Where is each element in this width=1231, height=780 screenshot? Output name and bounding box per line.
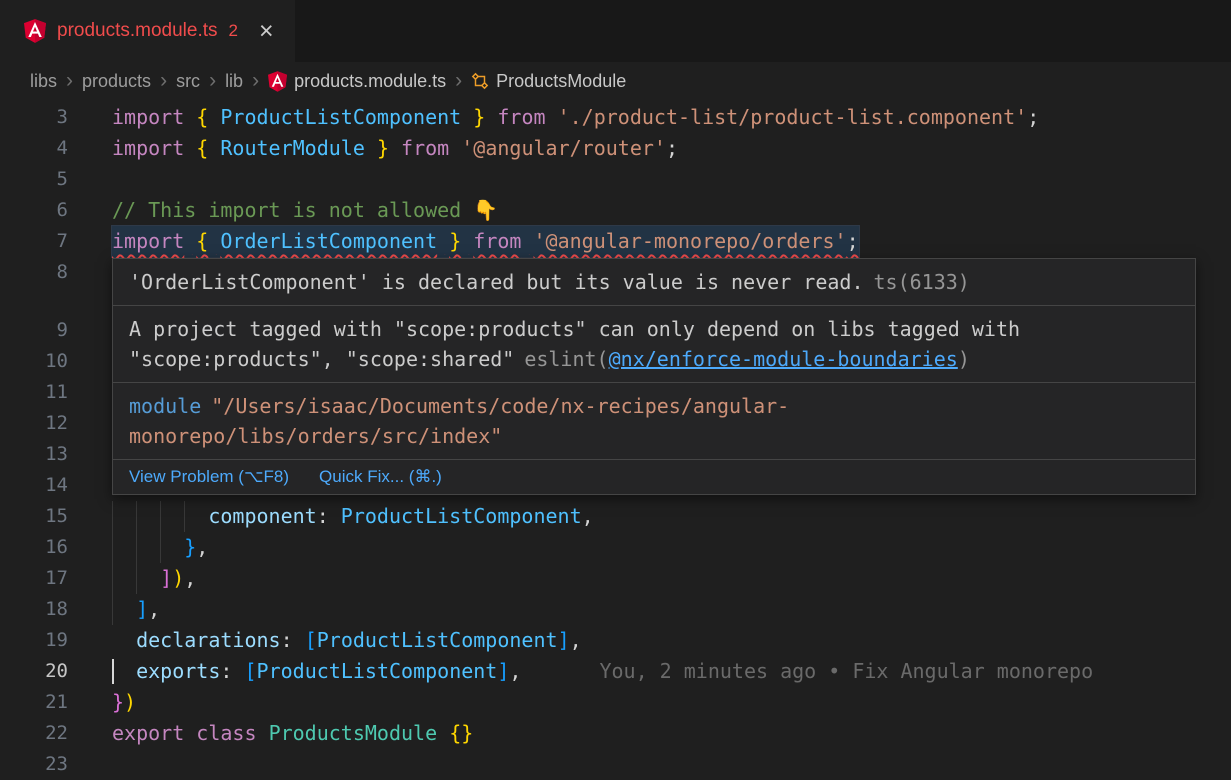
breadcrumb-label: libs bbox=[30, 71, 57, 92]
breadcrumb-item-src[interactable]: src bbox=[176, 71, 200, 92]
line-number[interactable]: 16 bbox=[0, 532, 68, 563]
editor: 3 import { ProductListComponent } from '.… bbox=[0, 100, 1231, 780]
vscode-window: products.module.ts 2 × libs › products › src… bbox=[0, 0, 1231, 780]
error-highlighted-statement[interactable]: import { OrderListComponent } from '@ang… bbox=[112, 226, 859, 257]
line-number[interactable]: 10 bbox=[0, 346, 68, 377]
line-number[interactable]: 12 bbox=[0, 408, 68, 439]
code-line-21: 21}) bbox=[0, 687, 1231, 718]
eslint-source-close: ) bbox=[958, 347, 970, 371]
code-text[interactable]: exports: [ProductListComponent],You, 2 m… bbox=[112, 656, 1093, 687]
code-text[interactable]: ]), bbox=[112, 563, 196, 594]
breadcrumb-item-products[interactable]: products bbox=[82, 71, 151, 92]
breadcrumb-separator: › bbox=[209, 70, 216, 91]
breadcrumb-item-products-module-ts[interactable]: products.module.ts bbox=[268, 71, 446, 92]
code-line-23: 23 bbox=[0, 749, 1231, 780]
breadcrumb-item-libs[interactable]: libs bbox=[30, 71, 57, 92]
module-declaration-line1: module "/Users/isaac/Documents/code/nx-re… bbox=[129, 391, 1179, 421]
line-number[interactable]: 13 bbox=[0, 439, 68, 470]
git-blame-annotation: You, 2 minutes ago • Fix Angular monorep… bbox=[599, 659, 1093, 683]
code-line-4: 4 import { RouterModule } from '@angular/… bbox=[0, 133, 1231, 164]
quick-fix-action[interactable]: Quick Fix... (⌘.) bbox=[319, 467, 442, 487]
code-line-16: 16 }, bbox=[0, 532, 1231, 563]
code-line-18: 18 ], bbox=[0, 594, 1231, 625]
code-line-22: 22 export class ProductsModule {} bbox=[0, 718, 1231, 749]
code-line-3: 3 import { ProductListComponent } from '.… bbox=[0, 102, 1231, 133]
line-number[interactable]: 4 bbox=[0, 133, 68, 164]
eslint-source-open: eslint( bbox=[524, 347, 608, 371]
eslint-message-line2: "scope:products", "scope:shared" eslint(@… bbox=[129, 344, 1179, 374]
breadcrumb-separator: › bbox=[252, 70, 259, 91]
code-line-5: 5 bbox=[0, 164, 1231, 195]
code-text[interactable]: ], bbox=[112, 594, 160, 625]
diagnostic-eslint: A project tagged with "scope:products" c… bbox=[113, 306, 1195, 383]
hover-popup: 'OrderListComponent' is declared but its… bbox=[112, 258, 1196, 495]
breadcrumb-label: products bbox=[82, 71, 151, 92]
module-path-line2: monorepo/libs/orders/src/index" bbox=[129, 424, 502, 448]
view-problem-action[interactable]: View Problem (⌥F8) bbox=[129, 467, 289, 487]
line-number[interactable]: 6 bbox=[0, 195, 68, 226]
module-declaration-line2: monorepo/libs/orders/src/index" bbox=[129, 421, 1179, 451]
code-line-19: 19 declarations: [ProductListComponent], bbox=[0, 625, 1231, 656]
module-path-line1: "/Users/isaac/Documents/code/nx-recipes/… bbox=[211, 394, 789, 418]
line-number[interactable]: 5 bbox=[0, 164, 68, 195]
line-number[interactable]: 20 bbox=[0, 656, 68, 687]
breadcrumb-label: lib bbox=[225, 71, 243, 92]
breadcrumb-label: ProductsModule bbox=[496, 71, 626, 92]
line-number[interactable]: 18 bbox=[0, 594, 68, 625]
line-number[interactable]: 8 bbox=[0, 257, 68, 288]
tab-products-module-ts[interactable]: products.module.ts 2 × bbox=[0, 0, 295, 62]
code-text[interactable]: component: ProductListComponent, bbox=[112, 501, 594, 532]
code-text[interactable]: }, bbox=[112, 532, 208, 563]
code-line-17: 17 ]), bbox=[0, 563, 1231, 594]
ts-diagnostic-message: 'OrderListComponent' is declared but its… bbox=[129, 270, 864, 294]
line-number[interactable]: 9 bbox=[0, 315, 68, 346]
tab-problems-count: 2 bbox=[229, 21, 238, 41]
line-number[interactable]: 7 bbox=[0, 226, 68, 257]
eslint-message-line1: A project tagged with "scope:products" c… bbox=[129, 314, 1179, 344]
code-text[interactable]: // This import is not allowed 👇 bbox=[112, 195, 498, 226]
line-number[interactable]: 21 bbox=[0, 687, 68, 718]
eslint-rule-link[interactable]: @nx/enforce-module-boundaries bbox=[609, 347, 958, 371]
class-icon bbox=[471, 72, 489, 90]
code-line-7: 7 import { OrderListComponent } from '@an… bbox=[0, 226, 1231, 257]
breadcrumb-item-lib[interactable]: lib bbox=[225, 71, 243, 92]
line-number[interactable]: 19 bbox=[0, 625, 68, 656]
code-text[interactable]: export class ProductsModule {} bbox=[112, 718, 473, 749]
code-text[interactable]: import { ProductListComponent } from './… bbox=[112, 102, 1039, 133]
line-number[interactable]: 3 bbox=[0, 102, 68, 133]
breadcrumb: libs › products › src › lib › products.module.ts… bbox=[0, 62, 1231, 100]
breadcrumb-item-productsmodule[interactable]: ProductsModule bbox=[471, 71, 626, 92]
breadcrumb-separator: › bbox=[455, 70, 462, 91]
code-line-20: 20 exports: [ProductListComponent],You, … bbox=[0, 656, 1231, 687]
hover-status-bar: View Problem (⌥F8) Quick Fix... (⌘.) bbox=[113, 460, 1195, 494]
tab-title: products.module.ts bbox=[57, 20, 218, 42]
text-cursor bbox=[112, 659, 114, 684]
line-number[interactable]: 23 bbox=[0, 749, 68, 780]
line-number[interactable]: 17 bbox=[0, 563, 68, 594]
code-text[interactable]: import { RouterModule } from '@angular/r… bbox=[112, 133, 678, 164]
module-keyword: module bbox=[129, 394, 201, 418]
module-declaration: module "/Users/isaac/Documents/code/nx-re… bbox=[113, 383, 1195, 460]
breadcrumb-label: src bbox=[176, 71, 200, 92]
code-text[interactable]: }) bbox=[112, 687, 136, 718]
angular-icon bbox=[24, 19, 46, 43]
breadcrumb-separator: › bbox=[66, 70, 73, 91]
close-icon[interactable]: × bbox=[256, 19, 277, 44]
line-number[interactable]: 22 bbox=[0, 718, 68, 749]
breadcrumb-label: products.module.ts bbox=[294, 71, 446, 92]
code-text[interactable]: declarations: [ProductListComponent], bbox=[112, 625, 582, 656]
code-line-15: 15 component: ProductListComponent, bbox=[0, 501, 1231, 532]
line-number[interactable]: 15 bbox=[0, 501, 68, 532]
code-line-6: 6 // This import is not allowed 👇 bbox=[0, 195, 1231, 226]
diagnostic-ts: 'OrderListComponent' is declared but its… bbox=[113, 259, 1195, 306]
ts-diagnostic-source: ts(6133) bbox=[874, 270, 970, 294]
line-number[interactable]: 11 bbox=[0, 377, 68, 408]
line-number[interactable]: 14 bbox=[0, 470, 68, 501]
angular-icon bbox=[268, 71, 287, 92]
tab-bar: products.module.ts 2 × bbox=[0, 0, 1231, 62]
eslint-message-line2-text: "scope:products", "scope:shared" bbox=[129, 347, 514, 371]
breadcrumb-separator: › bbox=[160, 70, 167, 91]
